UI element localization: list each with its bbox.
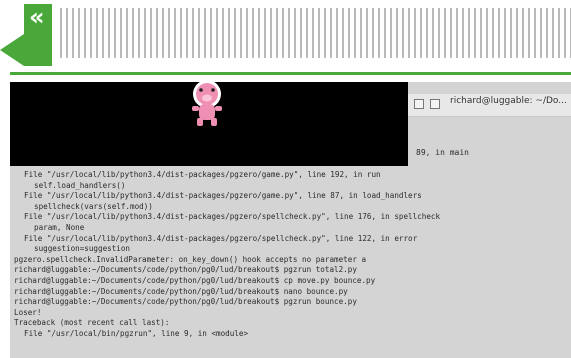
terminal-line: File "/usr/local/lib/python3.4/dist-pack… [24,233,418,243]
section-marker: « [0,3,52,66]
terminal-line: File "/usr/local/bin/pgzrun", line 9, in… [24,328,249,338]
terminal-line: self.load_handlers() [34,180,126,190]
terminal-titlebar[interactable]: richard@luggable: ~/Do... [408,94,571,117]
terminal-line: Traceback (most recent call last): [14,318,170,328]
minimize-icon[interactable] [414,99,424,109]
terminal-line: pgzero.spellcheck.InvalidParameter: on_k… [14,254,367,264]
terminal-line: richard@luggable:~/Documents/code/python… [14,265,357,275]
terminal-line: spellcheck(vars(self.mod)) [34,201,153,211]
pig-sprite-icon [192,82,222,126]
terminal-line: File "/usr/local/lib/python3.4/dist-pack… [24,212,441,222]
terminal-line: richard@luggable:~/Documents/code/python… [14,297,357,307]
green-divider [10,72,571,75]
terminal-title: richard@luggable: ~/Do... [450,96,567,106]
terminal-line: richard@luggable:~/Documents/code/python… [14,286,348,296]
terminal-line: File "/usr/local/lib/python3.4/dist-pack… [24,170,381,179]
terminal-line: Loser! [14,307,42,317]
terminal-line: suggestion=suggestion [34,244,131,254]
magazine-header: « [0,0,571,70]
game-window[interactable] [10,82,408,166]
double-chevron-icon: « [29,3,45,31]
terminal-line: File "/usr/local/lib/python3.4/dist-pack… [24,191,422,201]
maximize-icon[interactable] [430,99,440,109]
screenshot-panel: richard@luggable: ~/Do... 89, in main Fi… [10,82,571,358]
terminal-line: richard@luggable:~/Documents/code/python… [14,275,376,285]
terminal-output-line: 89, in main [416,148,469,157]
barcode-stripes [60,8,571,58]
terminal-output[interactable]: File "/usr/local/lib/python3.4/dist-pack… [10,170,571,358]
terminal-line: param, None [34,222,85,232]
